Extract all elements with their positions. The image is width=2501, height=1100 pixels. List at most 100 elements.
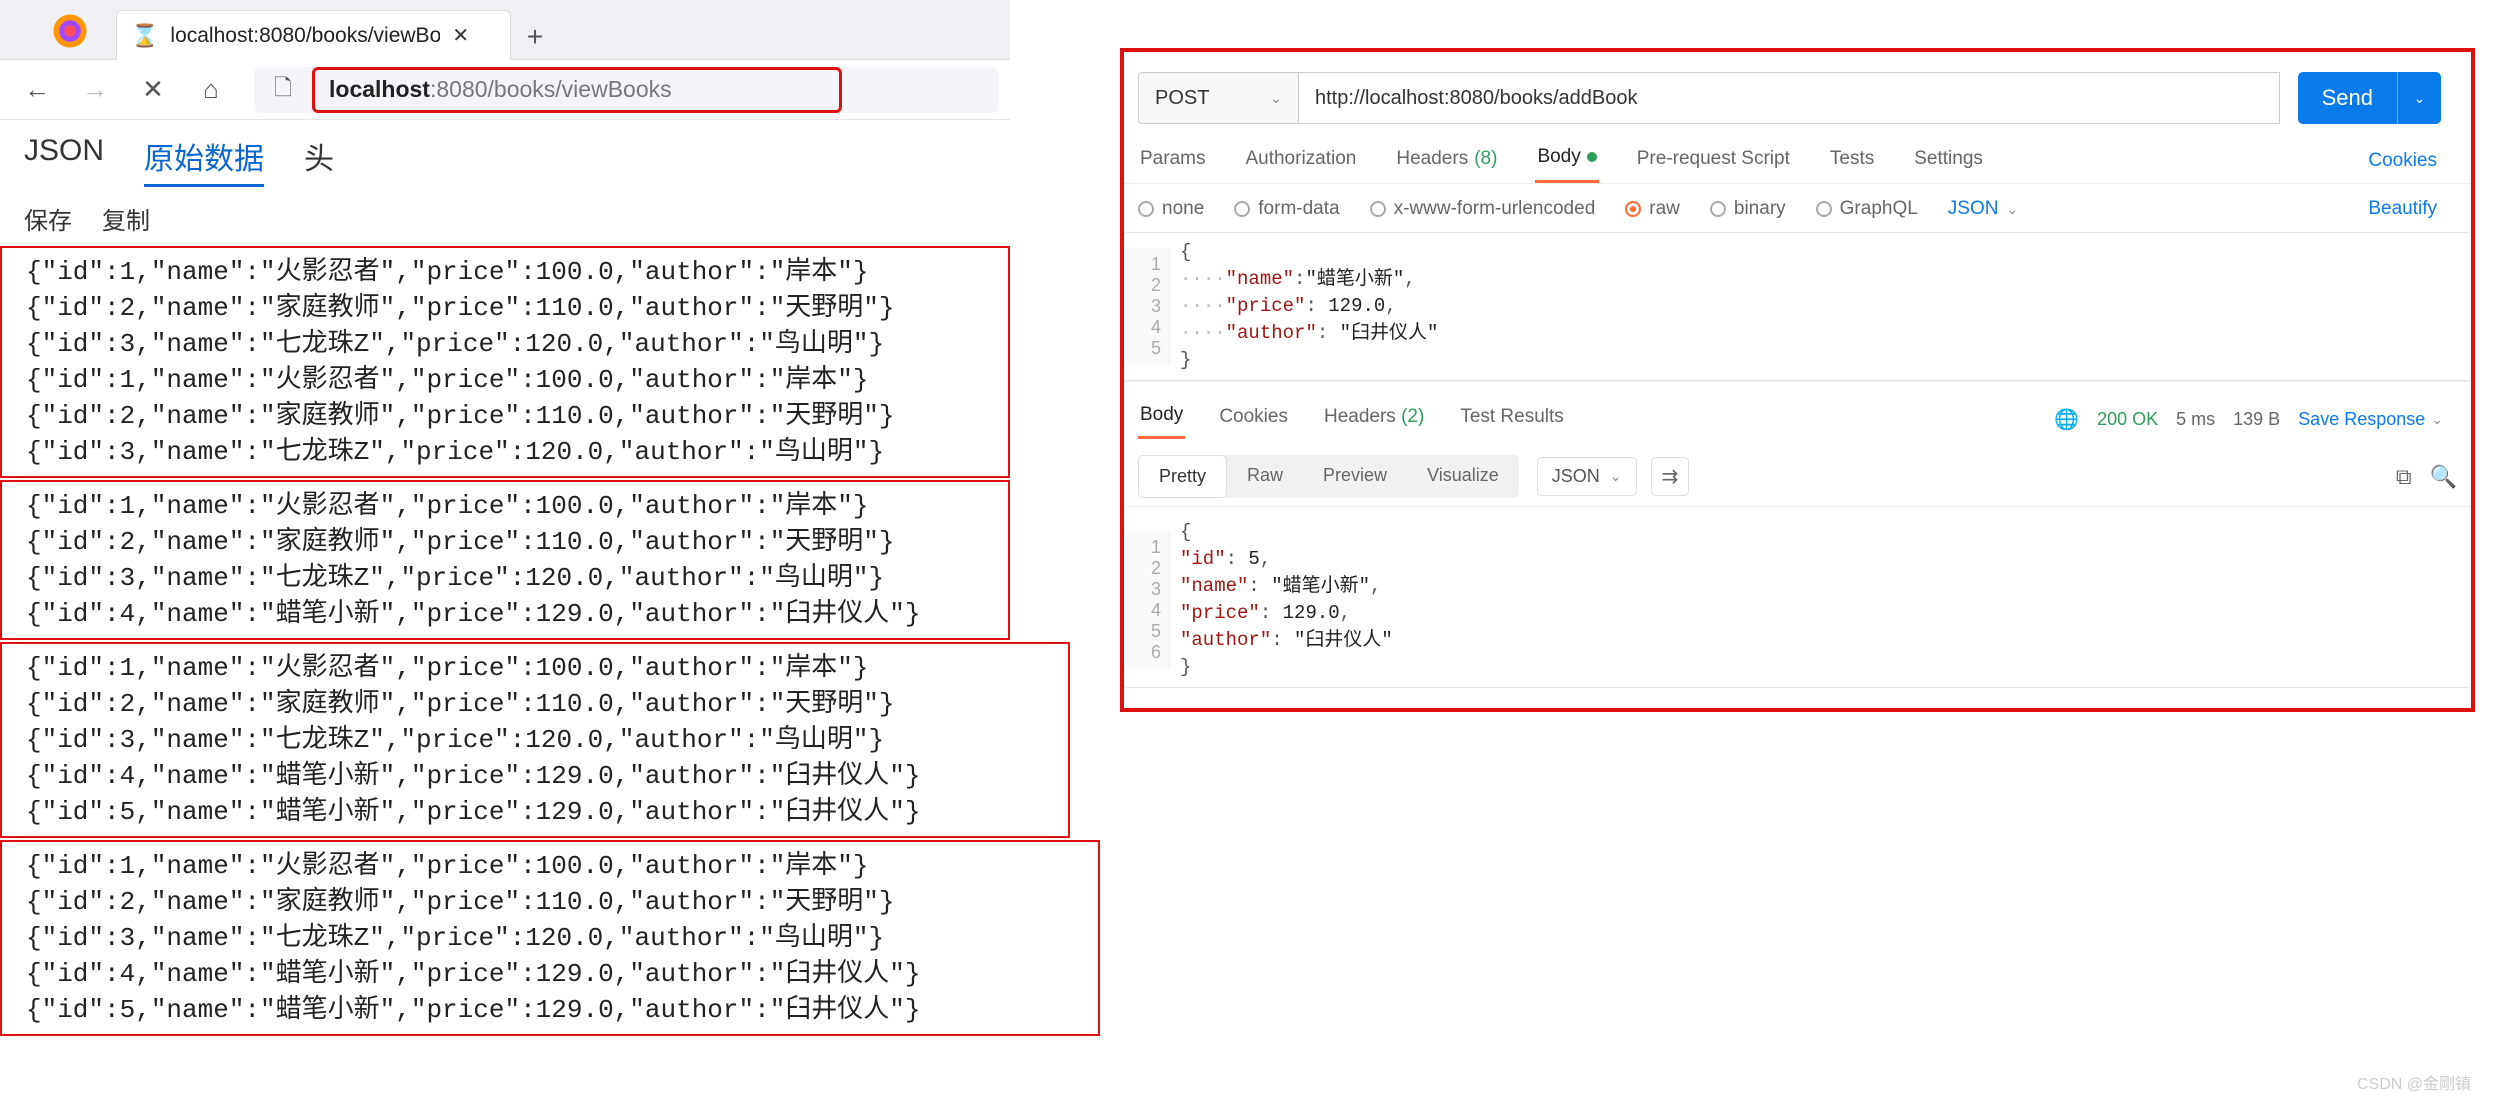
method-label: POST xyxy=(1155,87,1209,110)
new-tab-button[interactable]: + xyxy=(511,21,559,59)
json-line: {"id":3,"name":"七龙珠Z","price":120.0,"aut… xyxy=(26,920,1088,956)
json-line: {"id":1,"name":"火影忍者","price":100.0,"aut… xyxy=(26,254,998,290)
url-value: http://localhost:8080/books/addBook xyxy=(1315,87,1637,110)
tab-tests[interactable]: Tests xyxy=(1828,140,1876,182)
json-group: {"id":1,"name":"火影忍者","price":100.0,"aut… xyxy=(0,840,1100,1036)
body-xform[interactable]: x-www-form-urlencoded xyxy=(1370,198,1596,220)
view-visualize[interactable]: Visualize xyxy=(1407,455,1519,498)
request-code[interactable]: {····"name":"蜡笔小新",····"price": 129.0,··… xyxy=(1170,233,2469,380)
response-tabs: Body Cookies Headers (2) Test Results 🌐 … xyxy=(1124,381,2471,447)
status-time: 5 ms xyxy=(2176,409,2215,430)
send-label: Send xyxy=(2298,85,2397,111)
view-raw[interactable]: Raw xyxy=(1227,455,1303,498)
view-lang-select[interactable]: JSON⌄ xyxy=(1537,457,1637,496)
body-formdata[interactable]: form-data xyxy=(1234,198,1339,220)
close-icon[interactable]: ✕ xyxy=(452,23,469,48)
json-line: {"id":2,"name":"家庭教师","price":110.0,"aut… xyxy=(26,398,998,434)
resp-tab-testresults[interactable]: Test Results xyxy=(1458,402,1565,438)
resp-tab-cookies[interactable]: Cookies xyxy=(1217,402,1290,438)
globe-icon[interactable]: 🌐 xyxy=(2054,407,2079,432)
json-line: {"id":3,"name":"七龙珠Z","price":120.0,"aut… xyxy=(26,722,1058,758)
json-line: {"id":4,"name":"蜡笔小新","price":129.0,"aut… xyxy=(26,956,1088,992)
response-body: {"id":1,"name":"火影忍者","price":100.0,"aut… xyxy=(0,246,1010,1036)
tab-settings[interactable]: Settings xyxy=(1912,140,1985,182)
send-button[interactable]: Send ⌄ xyxy=(2298,72,2441,124)
resp-tab-body[interactable]: Body xyxy=(1138,400,1185,439)
url-bar[interactable]: localhost:8080/books/viewBooks xyxy=(312,67,842,113)
body-lang-select[interactable]: JSON⌄ xyxy=(1948,198,2018,220)
json-group: {"id":1,"name":"火影忍者","price":100.0,"aut… xyxy=(0,480,1010,640)
chevron-down-icon: ⌄ xyxy=(1610,468,1622,485)
tab-headers[interactable]: 头 xyxy=(304,134,334,187)
save-response-link[interactable]: Save Response ⌄ xyxy=(2298,409,2443,430)
firefox-logo-icon xyxy=(50,11,90,51)
forward-icon[interactable]: → xyxy=(80,74,110,105)
view-mode-tabs: Pretty Raw Preview Visualize xyxy=(1138,455,1519,498)
tab-json[interactable]: JSON xyxy=(24,134,104,187)
postman-panel: POST ⌄ http://localhost:8080/books/addBo… xyxy=(1120,48,2475,712)
json-line: {"id":5,"name":"蜡笔小新","price":129.0,"aut… xyxy=(26,794,1058,830)
url-input[interactable]: http://localhost:8080/books/addBook xyxy=(1298,72,2280,124)
wrap-icon[interactable]: ⇉ xyxy=(1651,457,1690,496)
shield-icon: 🗋 xyxy=(268,71,298,109)
response-view-row: Pretty Raw Preview Visualize JSON⌄ ⇉ ⧉ 🔍 xyxy=(1124,447,2471,507)
json-group: {"id":1,"name":"火影忍者","price":100.0,"aut… xyxy=(0,246,1010,478)
json-line: {"id":2,"name":"家庭教师","price":110.0,"aut… xyxy=(26,686,1058,722)
json-line: {"id":1,"name":"火影忍者","price":100.0,"aut… xyxy=(26,848,1088,884)
json-line: {"id":3,"name":"七龙珠Z","price":120.0,"aut… xyxy=(26,560,998,596)
json-line: {"id":3,"name":"七龙珠Z","price":120.0,"aut… xyxy=(26,434,998,470)
status-code: 200 OK xyxy=(2097,409,2158,430)
hourglass-icon: ⌛ xyxy=(131,23,158,49)
tab-headers[interactable]: Headers (8) xyxy=(1394,140,1499,182)
body-raw[interactable]: raw xyxy=(1625,198,1680,220)
copy-icon[interactable]: ⧉ xyxy=(2396,464,2412,490)
stop-icon[interactable]: ✕ xyxy=(138,74,168,105)
body-none[interactable]: none xyxy=(1138,198,1204,220)
line-gutter: 12345 xyxy=(1126,248,1170,365)
tab-raw[interactable]: 原始数据 xyxy=(144,134,264,187)
resp-tab-headers[interactable]: Headers (2) xyxy=(1322,402,1426,438)
tab-authorization[interactable]: Authorization xyxy=(1243,140,1358,182)
body-type-row: none form-data x-www-form-urlencoded raw… xyxy=(1124,184,2471,226)
tab-prerequest[interactable]: Pre-request Script xyxy=(1635,140,1792,182)
line-gutter: 123456 xyxy=(1126,531,1170,669)
url-bar-outer: 🗋 localhost:8080/books/viewBooks xyxy=(254,67,998,113)
browser-tab[interactable]: ⌛ localhost:8080/books/viewBo ✕ xyxy=(116,10,511,60)
json-line: {"id":2,"name":"家庭教师","price":110.0,"aut… xyxy=(26,290,998,326)
json-line: {"id":1,"name":"火影忍者","price":100.0,"aut… xyxy=(26,362,998,398)
tab-title: localhost:8080/books/viewBo xyxy=(170,24,440,48)
json-line: {"id":4,"name":"蜡笔小新","price":129.0,"aut… xyxy=(26,758,1058,794)
json-group: {"id":1,"name":"火影忍者","price":100.0,"aut… xyxy=(0,642,1070,838)
search-icon[interactable]: 🔍 xyxy=(2430,464,2457,490)
view-pretty[interactable]: Pretty xyxy=(1138,455,1227,498)
firefox-window: ⌛ localhost:8080/books/viewBo ✕ + ← → ✕ … xyxy=(0,0,1010,1038)
tab-params[interactable]: Params xyxy=(1138,140,1207,182)
url-text: localhost:8080/books/viewBooks xyxy=(329,76,672,103)
response-code: { "id": 5, "name": "蜡笔小新", "price": 129.… xyxy=(1170,513,2469,687)
tab-body[interactable]: Body xyxy=(1535,138,1598,183)
json-line: {"id":3,"name":"七龙珠Z","price":120.0,"aut… xyxy=(26,326,998,362)
body-graphql[interactable]: GraphQL xyxy=(1816,198,1918,220)
json-line: {"id":4,"name":"蜡笔小新","price":129.0,"aut… xyxy=(26,596,998,632)
json-line: {"id":2,"name":"家庭教师","price":110.0,"aut… xyxy=(26,524,998,560)
status-size: 139 B xyxy=(2233,409,2280,430)
json-line: {"id":1,"name":"火影忍者","price":100.0,"aut… xyxy=(26,650,1058,686)
send-dropdown-icon[interactable]: ⌄ xyxy=(2397,72,2441,124)
watermark: CSDN @金剛镇 xyxy=(2357,1070,2471,1094)
beautify-link[interactable]: Beautify xyxy=(2368,198,2457,220)
request-editor[interactable]: 12345 {····"name":"蜡笔小新",····"price": 12… xyxy=(1126,232,2469,381)
browser-toolbar: ← → ✕ ⌂ 🗋 localhost:8080/books/viewBooks xyxy=(0,60,1010,120)
method-select[interactable]: POST ⌄ xyxy=(1138,72,1298,124)
body-binary[interactable]: binary xyxy=(1710,198,1786,220)
json-line: {"id":2,"name":"家庭教师","price":110.0,"aut… xyxy=(26,884,1088,920)
copy-button[interactable]: 复制 xyxy=(102,201,150,236)
save-button[interactable]: 保存 xyxy=(24,201,72,236)
cookies-link[interactable]: Cookies xyxy=(2368,150,2457,172)
dot-icon xyxy=(1587,152,1597,162)
json-view-tabs: JSON 原始数据 头 xyxy=(0,120,1010,187)
browser-tabstrip: ⌛ localhost:8080/books/viewBo ✕ + xyxy=(0,0,1010,60)
view-preview[interactable]: Preview xyxy=(1303,455,1407,498)
back-icon[interactable]: ← xyxy=(22,74,52,105)
home-icon[interactable]: ⌂ xyxy=(196,74,226,105)
request-url-row: POST ⌄ http://localhost:8080/books/addBo… xyxy=(1124,52,2471,138)
